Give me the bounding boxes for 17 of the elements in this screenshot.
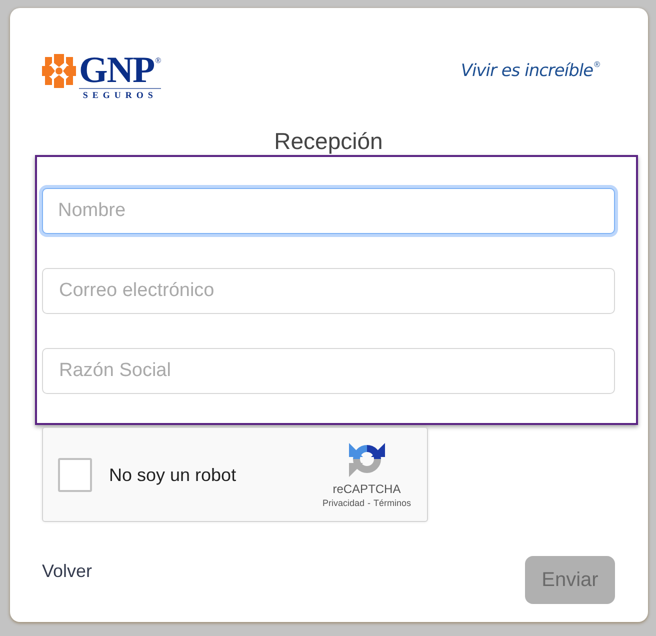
text-input-field[interactable]: Nombre [42,188,615,234]
registered-mark: ® [155,57,162,65]
recaptcha-brand-text: reCAPTCHA [332,482,401,496]
text-input-field[interactable]: Correo electrónico [42,268,615,314]
form-title: Recepción [274,127,383,155]
logo-wordmark: GNP [79,55,154,87]
separator-text: - [367,498,370,508]
tagline-text: Vivir es increíble [460,60,594,82]
captcha-checkbox[interactable] [58,458,92,492]
footer-link[interactable]: Privacidad [322,498,364,508]
back-link[interactable]: Volver [42,560,92,582]
registered-mark: ® [594,61,600,69]
logo-subtitle: SEGUROS [82,90,158,101]
footer-link[interactable]: Términos [373,498,411,508]
captcha-label: No soy un robot [109,464,236,486]
cross-logo-icon [42,54,76,88]
text-input-field[interactable]: Razón Social [42,348,615,394]
